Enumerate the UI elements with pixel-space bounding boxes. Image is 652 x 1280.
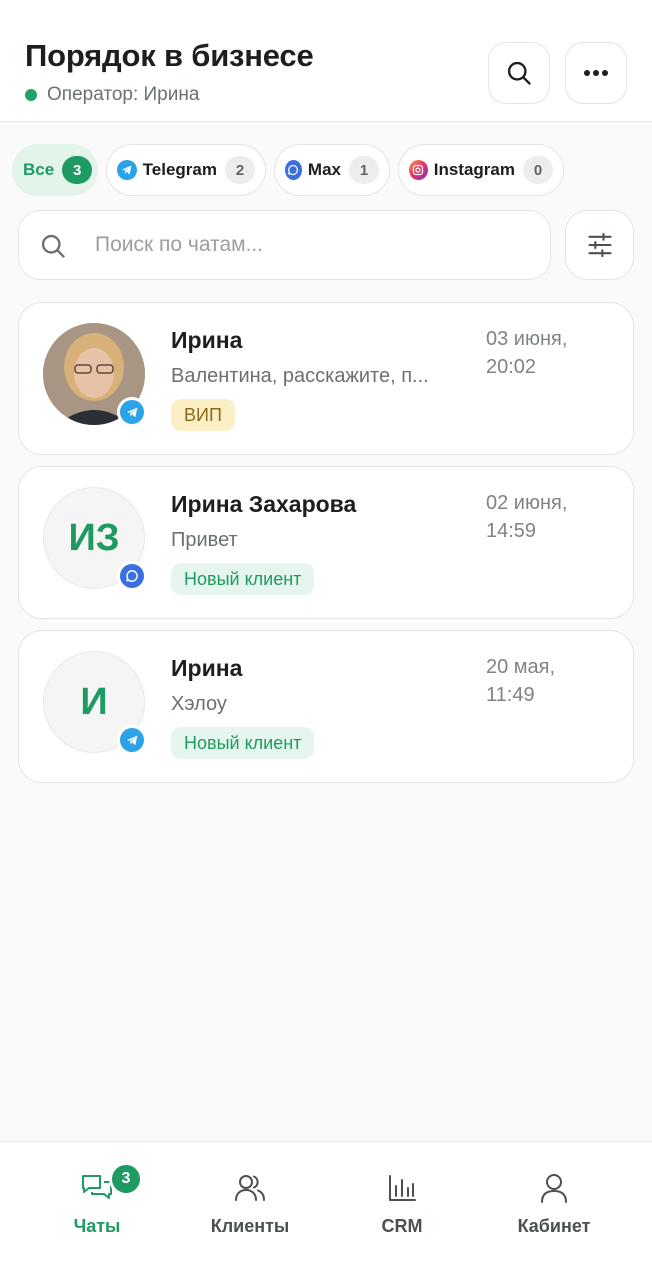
- more-dots-icon: [584, 70, 608, 76]
- search-icon: [41, 234, 65, 258]
- max-icon: [285, 160, 302, 180]
- filter-count-badge: 0: [523, 156, 553, 184]
- max-icon: [117, 561, 147, 591]
- telegram-icon: [117, 397, 147, 427]
- chat-list-item[interactable]: Ирина Валентина, расскажите, п... 03 июн…: [18, 302, 634, 455]
- nav-label: CRM: [381, 1216, 423, 1236]
- channel-filter-bar: Все 3 Telegram 2 Max 1 Instagram 0: [0, 122, 652, 210]
- status-badge: ВИП: [171, 399, 235, 431]
- chat-preview: Хэлоу: [171, 693, 227, 715]
- bottom-navigation: 3 Чаты Клиенты CRM Кабинет: [0, 1141, 652, 1280]
- filter-chip-label: Все: [23, 160, 55, 179]
- nav-label: Чаты: [73, 1216, 121, 1236]
- telegram-icon: [117, 160, 137, 180]
- chat-preview: Привет: [171, 529, 238, 551]
- search-icon: [507, 61, 531, 85]
- chat-time: 02 июня, 14:59: [486, 492, 568, 542]
- chat-list-item[interactable]: И Ирина Хэлоу 20 мая, 11:49 Новый клиент: [18, 630, 634, 783]
- filter-count-badge: 1: [349, 156, 379, 184]
- filter-chip-label: Telegram: [142, 160, 217, 179]
- nav-item-clients[interactable]: Клиенты: [180, 1172, 320, 1252]
- page-title: Порядок в бизнесе: [25, 38, 314, 73]
- header-more-button[interactable]: [565, 42, 627, 104]
- filter-chip-instagram[interactable]: Instagram 0: [398, 144, 564, 196]
- crm-chart-icon: [389, 1175, 416, 1201]
- chat-time: 20 мая, 11:49: [486, 656, 556, 706]
- header-search-button[interactable]: [488, 42, 550, 104]
- chat-search-input[interactable]: [95, 227, 535, 263]
- app-header: Порядок в бизнесе Оператор: Ирина: [0, 0, 652, 122]
- filter-settings-button[interactable]: [565, 210, 634, 280]
- filter-count-badge: 2: [225, 156, 255, 184]
- chat-name: Ирина: [171, 655, 243, 681]
- nav-item-profile[interactable]: Кабинет: [484, 1172, 624, 1252]
- telegram-icon: [117, 725, 147, 755]
- filter-count-badge: 3: [62, 156, 93, 184]
- chat-name: Ирина Захарова: [171, 491, 357, 517]
- filter-chip-telegram[interactable]: Telegram 2: [106, 144, 266, 196]
- filter-chip-label: Max: [307, 160, 341, 179]
- filter-chip-label: Instagram: [433, 160, 515, 179]
- nav-item-chats[interactable]: 3 Чаты: [27, 1162, 167, 1252]
- chat-name: Ирина: [171, 327, 243, 353]
- nav-label: Клиенты: [210, 1216, 290, 1236]
- instagram-icon: [409, 160, 428, 180]
- operator-label: Оператор: Ирина: [47, 84, 200, 105]
- profile-icon: [541, 1174, 567, 1203]
- chat-list-item[interactable]: ИЗ Ирина Захарова Привет 02 июня, 14:59 …: [18, 466, 634, 619]
- nav-label: Кабинет: [517, 1216, 591, 1236]
- unread-badge: 3: [109, 1162, 143, 1196]
- clients-icon: [235, 1175, 265, 1201]
- filter-chip-all[interactable]: Все 3: [12, 144, 98, 196]
- sliders-icon: [587, 232, 612, 258]
- nav-item-crm[interactable]: CRM: [332, 1172, 472, 1252]
- status-badge: Новый клиент: [171, 563, 315, 595]
- online-status-dot: [25, 89, 37, 101]
- chat-preview: Валентина, расскажите, п...: [171, 365, 429, 387]
- status-badge: Новый клиент: [171, 727, 315, 759]
- operator-status: Оператор: Ирина: [25, 84, 199, 106]
- chat-time: 03 июня, 20:02: [486, 328, 568, 378]
- chat-search-box: [18, 210, 551, 280]
- filter-chip-max[interactable]: Max 1: [274, 144, 390, 196]
